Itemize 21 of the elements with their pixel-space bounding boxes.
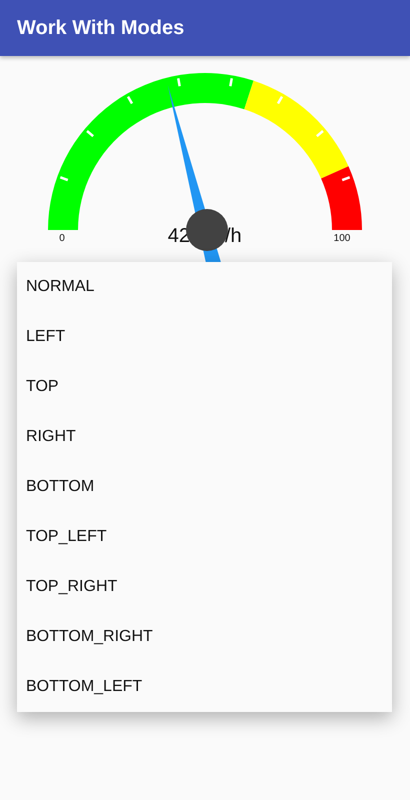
menu-item[interactable]: RIGHT [17, 412, 392, 462]
menu-item[interactable]: TOP_LEFT [17, 512, 392, 562]
menu-item[interactable]: LEFT [17, 312, 392, 362]
gauge-tick [126, 96, 134, 104]
menu-item[interactable]: BOTTOM_RIGHT [17, 612, 392, 662]
gauge-tick [342, 176, 350, 182]
gauge-tick [60, 176, 68, 182]
gauge-tick [276, 96, 284, 104]
menu-item[interactable]: BOTTOM [17, 462, 392, 512]
speed-unit: /h [225, 225, 242, 247]
max-label: 100 [334, 233, 350, 244]
gauge-tick [316, 130, 324, 138]
menu-item[interactable]: BOTTOM_LEFT [17, 662, 392, 712]
menu-item[interactable]: TOP_RIGHT [17, 562, 392, 612]
gauge-tick [229, 78, 233, 86]
menu-item[interactable]: TOP [17, 362, 392, 412]
menu-item[interactable]: NORMAL [17, 262, 392, 312]
min-label: 0 [59, 233, 65, 244]
gauge-tick [177, 78, 181, 86]
gauge-tick [86, 130, 94, 138]
app-title: Work With Modes [17, 16, 184, 40]
